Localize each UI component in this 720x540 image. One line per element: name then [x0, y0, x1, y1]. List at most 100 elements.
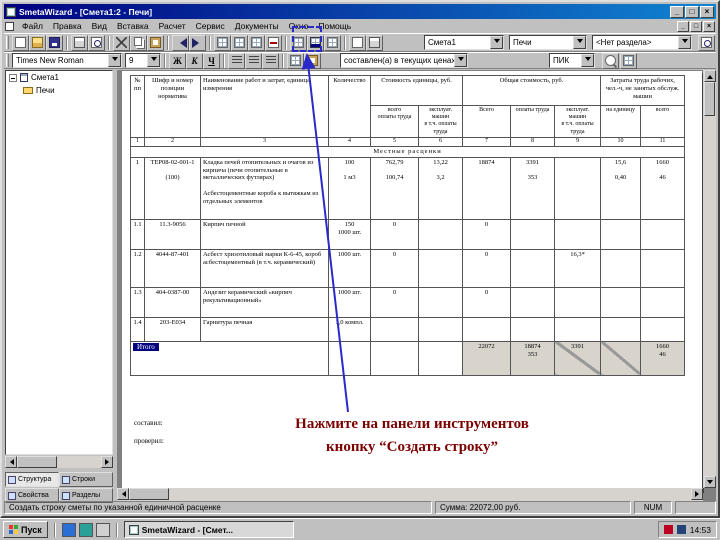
menu-file[interactable]: Файл [17, 20, 48, 33]
recalc-button[interactable] [290, 34, 307, 51]
cell[interactable] [640, 248, 686, 288]
bold-button[interactable]: Ж [169, 52, 186, 69]
chevron-down-icon[interactable] [678, 36, 691, 49]
cell[interactable]: 1.4 [130, 316, 145, 342]
chevron-down-icon[interactable] [147, 54, 160, 67]
cell[interactable]: Кирпич печной [200, 218, 329, 250]
child-restore-button[interactable]: □ [690, 21, 702, 32]
resources-button[interactable] [349, 34, 366, 51]
child-close-button[interactable]: × [703, 21, 715, 32]
cell[interactable] [417, 218, 464, 250]
cell[interactable]: 0 [370, 286, 419, 318]
redo-button[interactable] [189, 34, 206, 51]
open-button[interactable] [29, 34, 46, 51]
insert-position-button[interactable] [248, 34, 265, 51]
cell[interactable]: 1.3 [130, 286, 145, 318]
scroll-down-button[interactable] [703, 476, 716, 488]
cell[interactable] [554, 218, 602, 250]
menu-documents[interactable]: Документы [230, 20, 284, 33]
cell[interactable] [640, 316, 686, 342]
cell[interactable] [417, 316, 464, 342]
cell[interactable] [640, 218, 686, 250]
create-document-button[interactable] [231, 34, 248, 51]
cut-button[interactable] [113, 34, 130, 51]
cell[interactable]: 404-0387-00 [144, 286, 201, 318]
new-button[interactable] [12, 34, 29, 51]
cell[interactable] [600, 218, 642, 250]
cell[interactable]: 1.1 [130, 218, 145, 250]
cell[interactable]: 0 [462, 218, 512, 250]
cell[interactable]: 1.2 [130, 248, 145, 288]
cell[interactable] [600, 248, 642, 288]
cell[interactable] [370, 316, 419, 342]
chevron-down-icon[interactable] [581, 54, 594, 67]
chevron-down-icon[interactable] [490, 36, 503, 49]
totals-button[interactable] [366, 34, 383, 51]
cell[interactable]: 150 1000 шт. [328, 218, 371, 250]
child-minimize-button[interactable]: _ [677, 21, 689, 32]
italic-button[interactable]: К [186, 52, 203, 69]
cell[interactable]: 18874 [462, 156, 512, 220]
taskbar-app-button[interactable]: SmetaWizard - [Смет... [123, 521, 294, 538]
cell[interactable]: 4044-87-401 [144, 248, 201, 288]
menu-calc[interactable]: Расчет [154, 20, 191, 33]
cell[interactable]: 13,22 3,2 [417, 156, 464, 220]
document-combo[interactable]: Смета1 [424, 35, 504, 50]
fill-button[interactable] [304, 52, 321, 69]
cell[interactable]: Кладка печей отопительных и очагов из ки… [200, 156, 329, 220]
cell[interactable] [640, 286, 686, 318]
print-preview-button[interactable] [88, 34, 105, 51]
scroll-thumb[interactable] [704, 82, 715, 116]
menu-edit[interactable]: Правка [48, 20, 87, 33]
font-combo[interactable]: Times New Roman [12, 53, 122, 68]
cell[interactable]: 11.3-9056 [144, 218, 201, 250]
menu-window[interactable]: Окно [284, 20, 314, 33]
cell[interactable] [554, 286, 602, 318]
tree-item-pechi[interactable]: Печи [6, 84, 112, 97]
undo-button[interactable] [172, 34, 189, 51]
cell[interactable] [462, 316, 512, 342]
cell[interactable]: 1660 46 [640, 156, 686, 220]
cell[interactable] [417, 286, 464, 318]
cell[interactable]: 1 [130, 156, 145, 220]
borders-button[interactable] [287, 52, 304, 69]
toolbar-grip[interactable] [6, 54, 9, 67]
catalog-combo[interactable]: ПИК [549, 53, 595, 68]
section-combo[interactable]: <Нет раздела> [592, 35, 692, 50]
cell[interactable]: 0 [462, 286, 512, 318]
create-section-button[interactable] [214, 34, 231, 51]
close-button[interactable]: × [700, 5, 714, 18]
scroll-thumb[interactable] [129, 488, 169, 500]
help-mode-button[interactable] [698, 34, 715, 51]
chevron-down-icon[interactable] [573, 36, 586, 49]
cell[interactable] [600, 286, 642, 318]
cell[interactable]: ТЕР08-02-001-1 (100) [144, 156, 201, 220]
cell[interactable] [417, 248, 464, 288]
cell[interactable]: Гарнитура печная [200, 316, 329, 342]
cell[interactable]: 203-Е034 [144, 316, 201, 342]
cell[interactable] [510, 316, 556, 342]
totals-label-cell[interactable]: Итого [130, 340, 329, 376]
tab-structure[interactable]: Структура [5, 472, 59, 487]
row-wizard-button[interactable] [324, 34, 341, 51]
print-button[interactable] [71, 34, 88, 51]
cell[interactable]: 16,3* [554, 248, 602, 288]
paste-button[interactable] [147, 34, 164, 51]
toolbar-grip[interactable] [6, 36, 9, 49]
quick-launch-browser-icon[interactable] [61, 522, 76, 537]
scroll-thumb[interactable] [17, 456, 57, 468]
scroll-left-button[interactable] [5, 456, 17, 468]
collapse-icon[interactable] [9, 73, 17, 82]
tray-icon-2[interactable] [676, 525, 686, 534]
scroll-right-button[interactable] [691, 488, 703, 500]
chevron-down-icon[interactable] [454, 54, 467, 67]
menu-view[interactable]: Вид [87, 20, 112, 33]
tab-rows[interactable]: Строки [59, 472, 113, 487]
cell[interactable]: 0 [370, 218, 419, 250]
align-right-button[interactable] [262, 52, 279, 69]
cell[interactable]: 1,0 компл. [328, 316, 371, 342]
copy-button[interactable] [130, 34, 147, 51]
align-left-button[interactable] [228, 52, 245, 69]
cell[interactable]: 1000 шт. [328, 248, 371, 288]
minimize-button[interactable]: _ [670, 5, 684, 18]
